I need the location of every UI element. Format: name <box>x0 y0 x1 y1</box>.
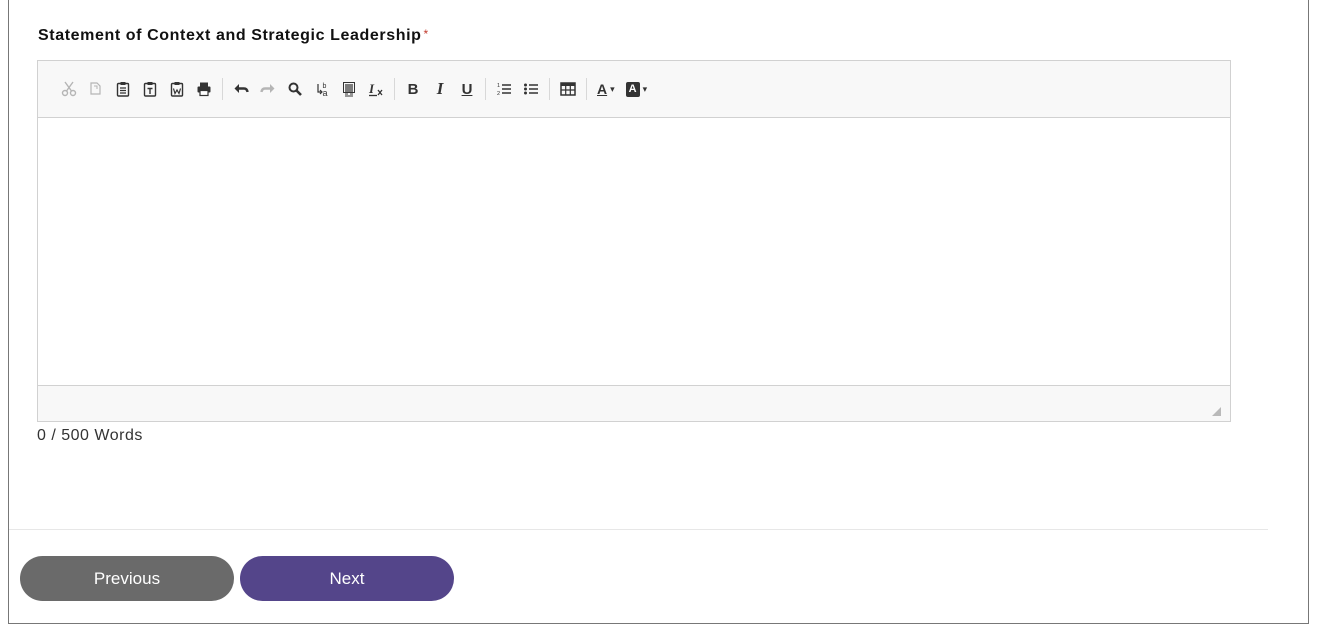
text-color-icon[interactable]: A ▾ <box>594 78 618 100</box>
paste-text-icon[interactable] <box>139 78 161 100</box>
toolbar-separator <box>222 78 223 100</box>
editor-statusbar <box>38 385 1230 421</box>
toolbar-separator <box>394 78 395 100</box>
section-divider <box>9 529 1268 530</box>
paste-word-icon[interactable] <box>166 78 188 100</box>
find-icon[interactable] <box>284 78 306 100</box>
svg-text:2: 2 <box>497 91 500 97</box>
svg-text:1: 1 <box>497 83 500 89</box>
next-button[interactable]: Next <box>240 556 454 601</box>
svg-text:a: a <box>323 88 328 97</box>
svg-text:I: I <box>368 81 375 96</box>
word-count-max: 500 <box>61 427 90 444</box>
italic-icon[interactable]: I <box>429 78 451 100</box>
toolbar-separator <box>549 78 550 100</box>
editor-toolbar: ba I B I U 12 A ▾ A ▾ <box>38 61 1230 118</box>
toolbar-separator <box>485 78 486 100</box>
field-label: Statement of Context and Strategic Leade… <box>38 27 429 45</box>
editor-content-area[interactable] <box>38 118 1230 385</box>
undo-icon[interactable] <box>230 78 252 100</box>
print-icon[interactable] <box>193 78 215 100</box>
bg-color-glyph: A <box>625 81 640 97</box>
chevron-down-icon: ▾ <box>610 83 615 94</box>
word-count: 0 / 500 Words <box>37 427 143 445</box>
required-marker: * <box>423 27 429 41</box>
text-color-glyph: A <box>597 81 608 97</box>
table-icon[interactable] <box>557 78 579 100</box>
cut-icon[interactable] <box>58 78 80 100</box>
replace-icon[interactable]: ba <box>311 78 333 100</box>
copy-icon[interactable] <box>85 78 107 100</box>
numbered-list-icon[interactable]: 12 <box>493 78 515 100</box>
background-color-icon[interactable]: A ▾ <box>623 78 650 100</box>
remove-format-icon[interactable]: I <box>365 78 387 100</box>
chevron-down-icon: ▾ <box>642 83 648 94</box>
resize-handle-icon[interactable] <box>1212 407 1221 416</box>
field-label-text: Statement of Context and Strategic Leade… <box>38 27 422 44</box>
bold-icon[interactable]: B <box>402 78 424 100</box>
select-all-icon[interactable] <box>338 78 360 100</box>
previous-button[interactable]: Previous <box>20 556 234 601</box>
word-count-unit: Words <box>89 427 143 444</box>
bulleted-list-icon[interactable] <box>520 78 542 100</box>
underline-icon[interactable]: U <box>456 78 478 100</box>
word-count-current: 0 <box>37 427 47 444</box>
paste-icon[interactable] <box>112 78 134 100</box>
word-count-separator: / <box>46 427 62 444</box>
rich-text-editor: ba I B I U 12 A ▾ A ▾ <box>37 60 1231 422</box>
toolbar-separator <box>586 78 587 100</box>
redo-icon[interactable] <box>257 78 279 100</box>
